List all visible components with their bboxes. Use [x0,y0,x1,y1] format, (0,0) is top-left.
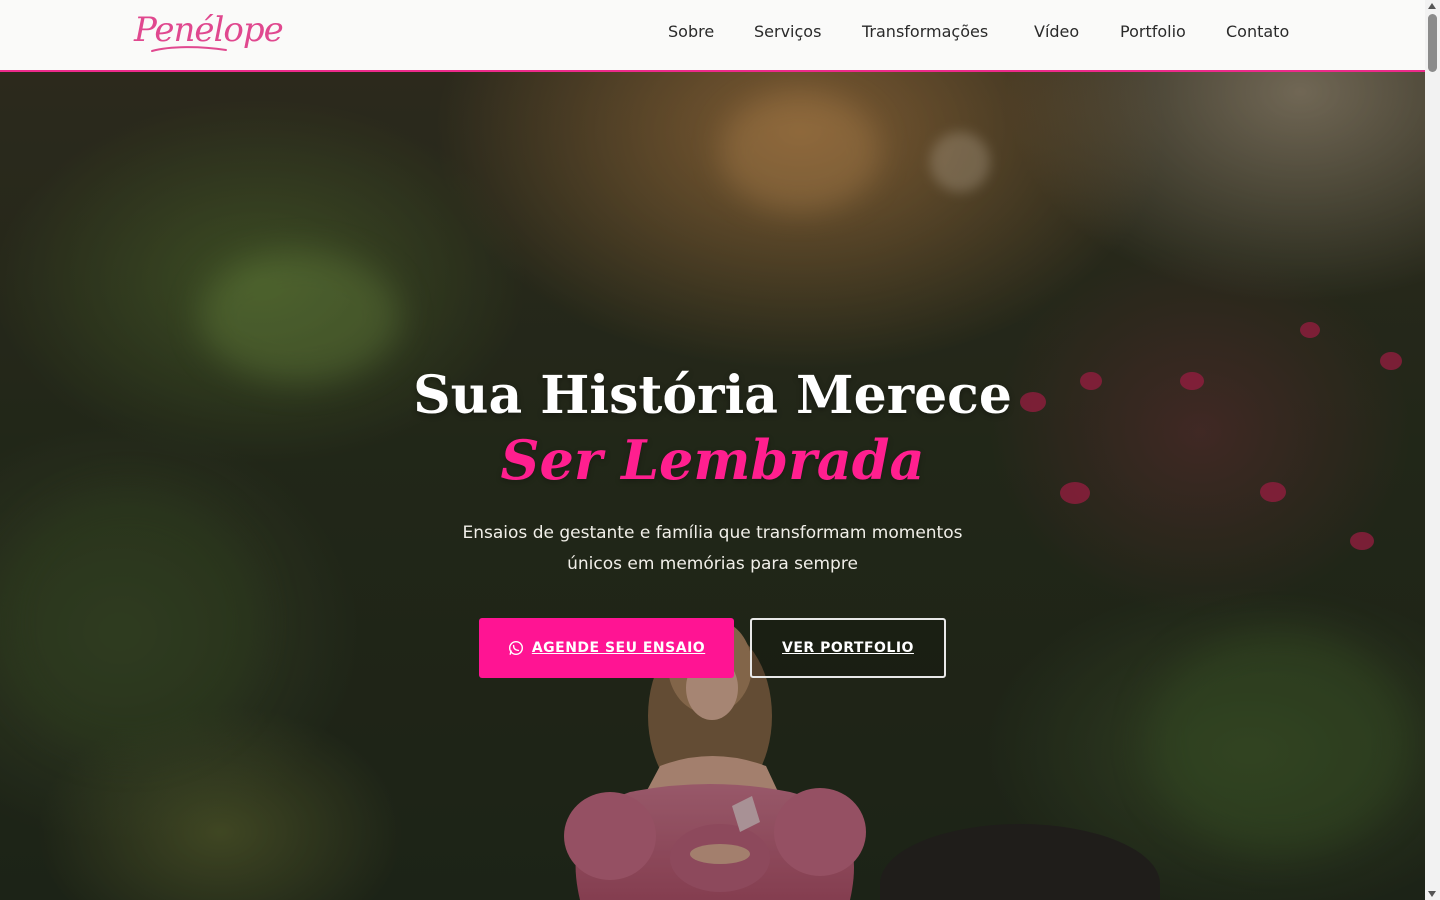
page-scrollbar[interactable] [1425,0,1440,900]
scroll-down-arrow-icon[interactable] [1428,891,1436,897]
schedule-session-button[interactable]: AGENDE SEU ENSAIO [479,618,734,678]
main-nav: Sobre Serviços Transformações Vídeo Port… [0,22,1425,48]
nav-item-transformacoes[interactable]: Transformações [862,22,988,41]
hero-content: Sua História Merece Ser Lembrada Ensaios… [0,364,1425,580]
scroll-up-arrow-icon[interactable] [1428,3,1436,9]
nav-item-video[interactable]: Vídeo [1034,22,1079,41]
nav-item-portfolio[interactable]: Portfolio [1120,22,1186,41]
whatsapp-icon [508,640,523,656]
nav-item-contato[interactable]: Contato [1226,22,1289,41]
hero-title: Sua História Merece [413,365,1012,426]
hero-title-accent: Ser Lembrada [500,428,925,492]
scroll-thumb[interactable] [1428,14,1437,72]
schedule-session-label: AGENDE SEU ENSAIO [531,640,706,656]
site-header: Penélope Sobre Serviços Transformações V… [0,0,1425,72]
nav-item-sobre[interactable]: Sobre [668,22,714,41]
hero-subtitle: Ensaios de gestante e família que transf… [462,523,963,574]
view-portfolio-button[interactable]: VER PORTFOLIO [750,618,946,678]
view-portfolio-label: VER PORTFOLIO [782,640,914,656]
nav-item-servicos[interactable]: Serviços [754,22,821,41]
